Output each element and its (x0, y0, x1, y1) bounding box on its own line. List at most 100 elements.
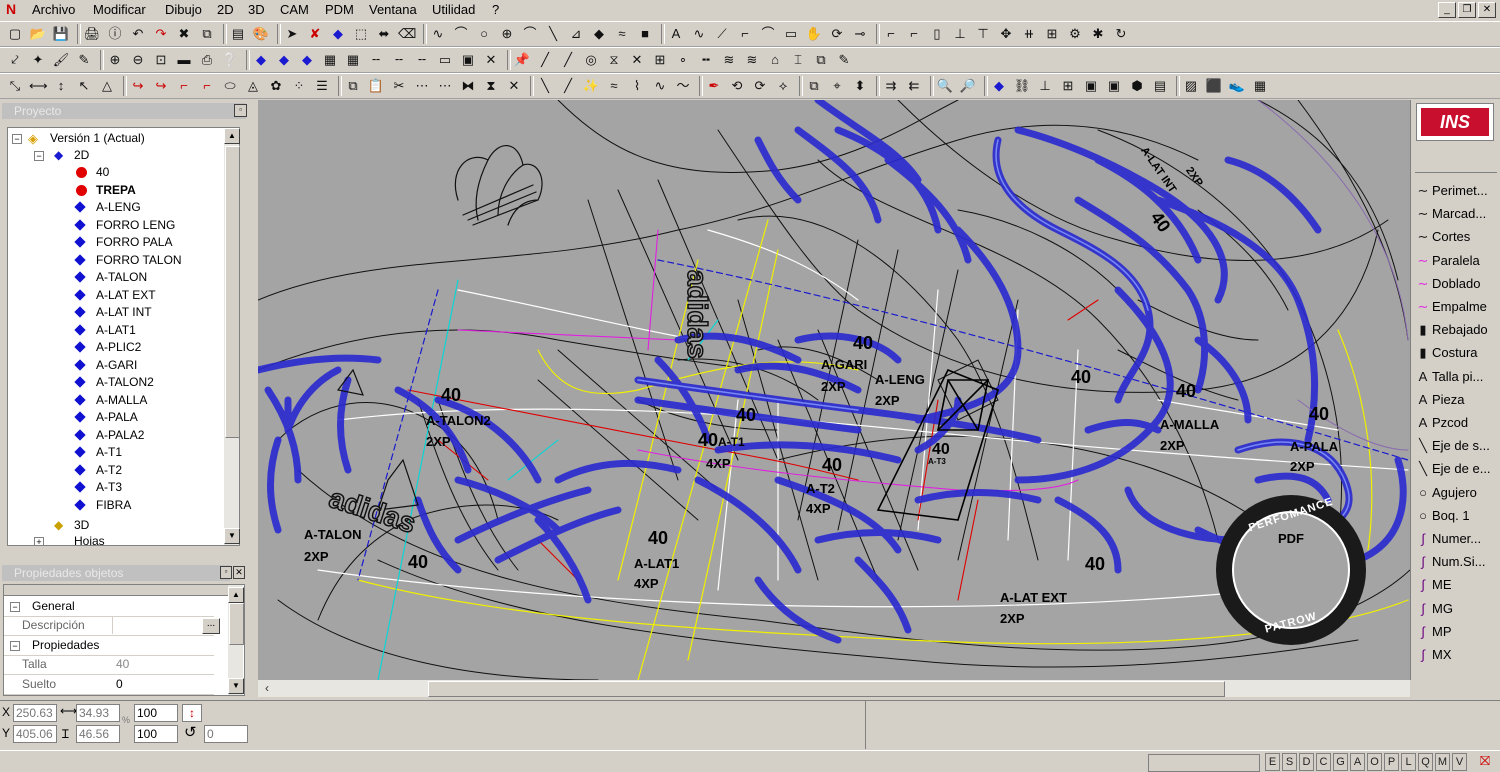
zoom3-icon[interactable]: 🔎 (959, 77, 977, 95)
group-general[interactable]: − General (4, 597, 214, 617)
fold2-icon[interactable]: ⌂ (766, 51, 784, 69)
palette-item[interactable]: ∫ MG (1414, 598, 1496, 620)
wave4-icon[interactable]: ∿ (651, 77, 669, 95)
group-propiedades[interactable]: − Propiedades (4, 636, 214, 656)
scroll-down-icon[interactable]: ▼ (228, 678, 244, 694)
status-flag[interactable]: O (1367, 753, 1382, 771)
arc-red2-icon[interactable]: ↪ (152, 77, 170, 95)
menu-modificar[interactable]: Modificar (93, 2, 146, 17)
scroll-thumb[interactable] (229, 603, 244, 645)
star-icon[interactable]: ✱ (1089, 25, 1107, 43)
fillet-icon[interactable]: ⌐ (882, 25, 900, 43)
fill-icon[interactable]: ■ (636, 25, 654, 43)
print-icon[interactable]: 🖨 (83, 25, 101, 43)
pen-red-icon[interactable]: ✒ (705, 77, 723, 95)
properties-scrollbar[interactable]: ▲ ▼ (228, 585, 244, 695)
hourglass-icon[interactable]: ⧗ (482, 77, 500, 95)
talla-value[interactable]: 40 (116, 655, 129, 674)
diamond-icon[interactable]: ◆ (329, 25, 347, 43)
restore-icon[interactable]: ❐ (1458, 2, 1476, 18)
scroll-down-icon[interactable]: ▼ (224, 528, 240, 544)
drawing-canvas[interactable]: 40 A-TALON2 2XP 40 A-GARI 2XP A-LENG 2XP 40 40 A-T… (258, 100, 1410, 680)
trim-icon[interactable]: ⌶ (789, 51, 807, 69)
shirt-icon[interactable]: ⬢ (1128, 77, 1146, 95)
palette-item[interactable]: ∼ Perimet... (1414, 180, 1496, 202)
edit-icon[interactable]: ✎ (835, 51, 853, 69)
palette-item[interactable]: ∼ Cortes (1414, 226, 1496, 248)
flower-icon[interactable]: ✿ (267, 77, 285, 95)
palette-item[interactable]: ∫ ME (1414, 574, 1496, 596)
palette-item[interactable]: A Pieza (1414, 389, 1496, 411)
menu-3d[interactable]: 3D (248, 2, 265, 17)
status-flag[interactable]: D (1299, 753, 1314, 771)
scroll-thumb[interactable] (225, 146, 240, 438)
canvas-hscrollbar[interactable]: ‹ (258, 680, 1410, 697)
updown-icon[interactable]: ⬍ (851, 77, 869, 95)
scroll-up-icon[interactable]: ▲ (228, 587, 244, 603)
block-icon[interactable]: ▣ (459, 51, 477, 69)
palette-item[interactable]: ∼ Doblado (1414, 273, 1496, 295)
dots-icon[interactable]: ⁘ (290, 77, 308, 95)
delete-red-icon[interactable]: ✘ (306, 25, 324, 43)
arc-icon[interactable]: ⌒ (452, 25, 470, 43)
crosshair-icon[interactable]: ⊕ (498, 25, 516, 43)
arc2-icon[interactable]: ⌒ (521, 25, 539, 43)
brush-icon[interactable]: 🖌 (52, 51, 70, 69)
squiggle-icon[interactable]: 〜 (674, 77, 692, 95)
pin-icon[interactable]: ▫ (220, 566, 232, 579)
grid-icon[interactable]: ▦ (344, 51, 362, 69)
layer-icon[interactable]: ▤ (229, 25, 247, 43)
refresh-icon[interactable]: ↻ (1112, 25, 1130, 43)
scissors-icon[interactable]: ✂ (390, 77, 408, 95)
close-icon[interactable]: ✕ (1478, 2, 1496, 18)
palette-item[interactable]: ∼ Paralela (1414, 250, 1496, 272)
move2-icon[interactable]: ✥ (997, 25, 1015, 43)
diamond2-icon[interactable]: ◆ (298, 51, 316, 69)
magic-icon[interactable]: ✨ (582, 77, 600, 95)
zigzag-icon[interactable]: ⌇ (628, 77, 646, 95)
align-icon[interactable]: ⊞ (1043, 25, 1061, 43)
slant-icon[interactable]: ⟋ (713, 25, 731, 43)
new-file-icon[interactable]: ▢ (6, 25, 24, 43)
palette-item[interactable]: ▮ Rebajado (1414, 319, 1496, 341)
row-talla[interactable]: Talla 40 (4, 655, 214, 675)
redo-icon[interactable]: ↷ (152, 25, 170, 43)
status-flag[interactable]: P (1384, 753, 1399, 771)
menu-pdm[interactable]: PDM (325, 2, 354, 17)
wave2-icon[interactable]: ≋ (720, 51, 738, 69)
slash-icon[interactable]: ╱ (559, 77, 577, 95)
palette-item[interactable]: ○ Agujero (1414, 482, 1496, 504)
move-icon[interactable]: ⬌ (375, 25, 393, 43)
status-flag[interactable]: L (1401, 753, 1416, 771)
suelto-value[interactable]: 0 (116, 675, 123, 694)
paint-icon[interactable]: 🎨 (252, 25, 270, 43)
row-suelto[interactable]: Suelto 0 (4, 675, 214, 695)
palette-item[interactable]: ∼ Empalme (1414, 296, 1496, 318)
palette-item[interactable]: ∫ Numer... (1414, 528, 1496, 550)
save-icon[interactable]: 💾 (52, 25, 70, 43)
corner-red2-icon[interactable]: ⌐ (198, 77, 216, 95)
descripcion-browse-button[interactable]: ... (202, 618, 220, 634)
palette-item[interactable]: ╲ Eje de s... (1414, 435, 1496, 457)
expand-icon[interactable]: + (34, 537, 44, 545)
triangle-icon[interactable]: △ (98, 77, 116, 95)
minimize-icon[interactable]: _ (1438, 2, 1456, 18)
spline-icon[interactable]: ≈ (613, 25, 631, 43)
menu-help[interactable]: ? (492, 2, 499, 17)
measure-icon[interactable]: ⊥ (951, 25, 969, 43)
menu-dibujo[interactable]: Dibujo (165, 2, 202, 17)
bars-icon[interactable]: ☰ (313, 77, 331, 95)
dy-field[interactable]: 46.56 (76, 725, 120, 743)
panel-icon[interactable]: ▦ (1251, 77, 1269, 95)
collapse-icon[interactable]: − (10, 641, 20, 651)
dash-icon[interactable]: ╌ (367, 51, 385, 69)
status-flag[interactable]: C (1316, 753, 1331, 771)
line-icon[interactable]: ╲ (544, 25, 562, 43)
shoe-icon[interactable]: 👟 (1228, 77, 1246, 95)
needle-icon[interactable]: ╱ (536, 51, 554, 69)
arrow-h-icon[interactable]: ⟷ (29, 77, 48, 95)
collapse-icon[interactable]: − (34, 151, 44, 161)
arrow-diag-icon[interactable]: ⤡ (6, 77, 24, 95)
link-icon[interactable]: ⧖ (605, 51, 623, 69)
zoom-out-icon[interactable]: ⊖ (129, 51, 147, 69)
